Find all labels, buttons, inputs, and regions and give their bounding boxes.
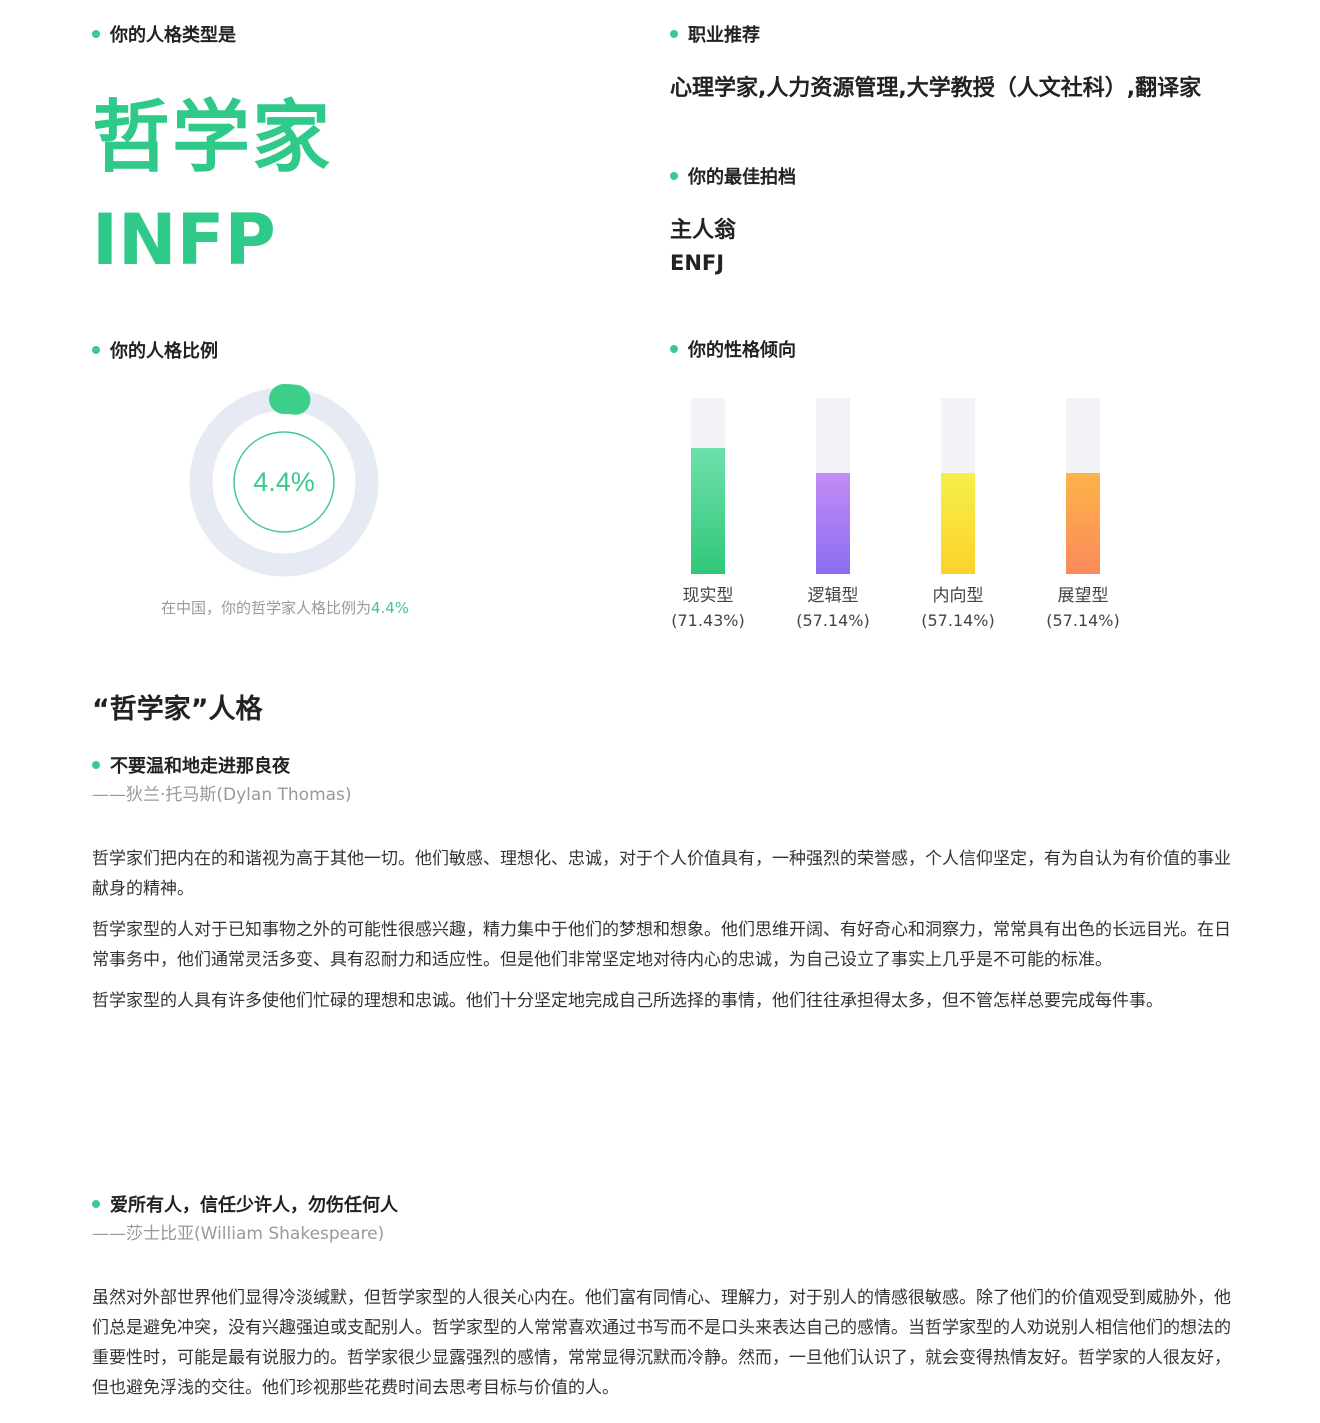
bullet-dot-icon: [670, 30, 678, 38]
bar-fill: [1066, 473, 1100, 574]
type-section-label: 你的人格类型是: [92, 24, 236, 48]
tendency-section-label: 你的性格倾向: [670, 339, 796, 363]
bar-track: [1066, 398, 1100, 574]
quote-2-author: ——莎士比亚(William Shakespeare): [92, 1224, 385, 1244]
persona-paragraph: 虽然对外部世界他们显得冷淡缄默，但哲学家型的人很关心内在。他们富有同情心、理解力…: [92, 1288, 1231, 1398]
bar-track: [816, 398, 850, 574]
ratio-caption-value: 4.4%: [370, 599, 410, 617]
bar-category-label: 展望型: [1057, 586, 1109, 606]
persona-paragraphs-1: 哲学家们把内在的和谐视为高于其他一切。他们敏感、理想化、忠诚，对于个人价值具有，…: [92, 844, 1242, 1016]
bar-percent-label: (57.14%): [921, 611, 995, 630]
bar-percent-label: (71.43%): [671, 611, 745, 630]
persona-paragraph: 哲学家型的人对于已知事物之外的可能性很感兴趣，精力集中于他们的梦想和想象。他们思…: [92, 920, 1231, 970]
persona-paragraphs-2: 虽然对外部世界他们显得冷淡缄默，但哲学家型的人很关心内在。他们富有同情心、理解力…: [92, 1283, 1242, 1403]
bullet-dot-icon: [670, 345, 678, 353]
bar-track: [691, 398, 725, 574]
personality-type-name: 哲学家: [92, 93, 333, 183]
bar-fill: [816, 473, 850, 574]
personality-type-code: INFP: [92, 199, 276, 281]
persona-paragraph: 哲学家们把内在的和谐视为高于其他一切。他们敏感、理想化、忠诚，对于个人价值具有，…: [92, 849, 1231, 899]
partner-type-code: ENFJ: [670, 251, 725, 275]
bullet-dot-icon: [92, 346, 100, 354]
quote-1: 不要温和地走进那良夜: [92, 755, 290, 779]
ratio-ring-chart: 4.4%: [186, 384, 382, 580]
bar-fill: [691, 448, 725, 574]
persona-paragraph: 哲学家型的人具有许多使他们忙碌的理想和忠诚。他们十分坚定地完成自己所选择的事情，…: [92, 991, 1163, 1011]
bullet-dot-icon: [92, 761, 100, 769]
quote-2: 爱所有人，信任少许人，勿伤任何人: [92, 1194, 398, 1218]
bullet-dot-icon: [670, 172, 678, 180]
career-section-label: 职业推荐: [670, 24, 760, 48]
quote-1-author: ——狄兰·托马斯(Dylan Thomas): [92, 785, 352, 805]
bar-percent-label: (57.14%): [796, 611, 870, 630]
ratio-section-label: 你的人格比例: [92, 340, 218, 364]
bar-track: [941, 398, 975, 574]
bar-category-label: 内向型: [932, 586, 984, 606]
bar-category-label: 逻辑型: [807, 586, 859, 606]
bullet-dot-icon: [92, 1200, 100, 1208]
persona-heading: “哲学家”人格: [92, 694, 263, 725]
bullet-dot-icon: [92, 30, 100, 38]
bar-category-label: 现实型: [682, 586, 734, 606]
ratio-caption: 在中国，你的哲学家人格比例为4.4%: [160, 599, 410, 617]
career-recommendation-text: 心理学家,人力资源管理,大学教授（人文社科）,翻译家: [670, 76, 1202, 101]
partner-type-name: 主人翁: [670, 218, 737, 243]
bar-fill: [941, 473, 975, 574]
bar-percent-label: (57.14%): [1046, 611, 1120, 630]
partner-section-label: 你的最佳拍档: [670, 166, 796, 190]
ratio-value-label: 4.4%: [253, 467, 315, 497]
